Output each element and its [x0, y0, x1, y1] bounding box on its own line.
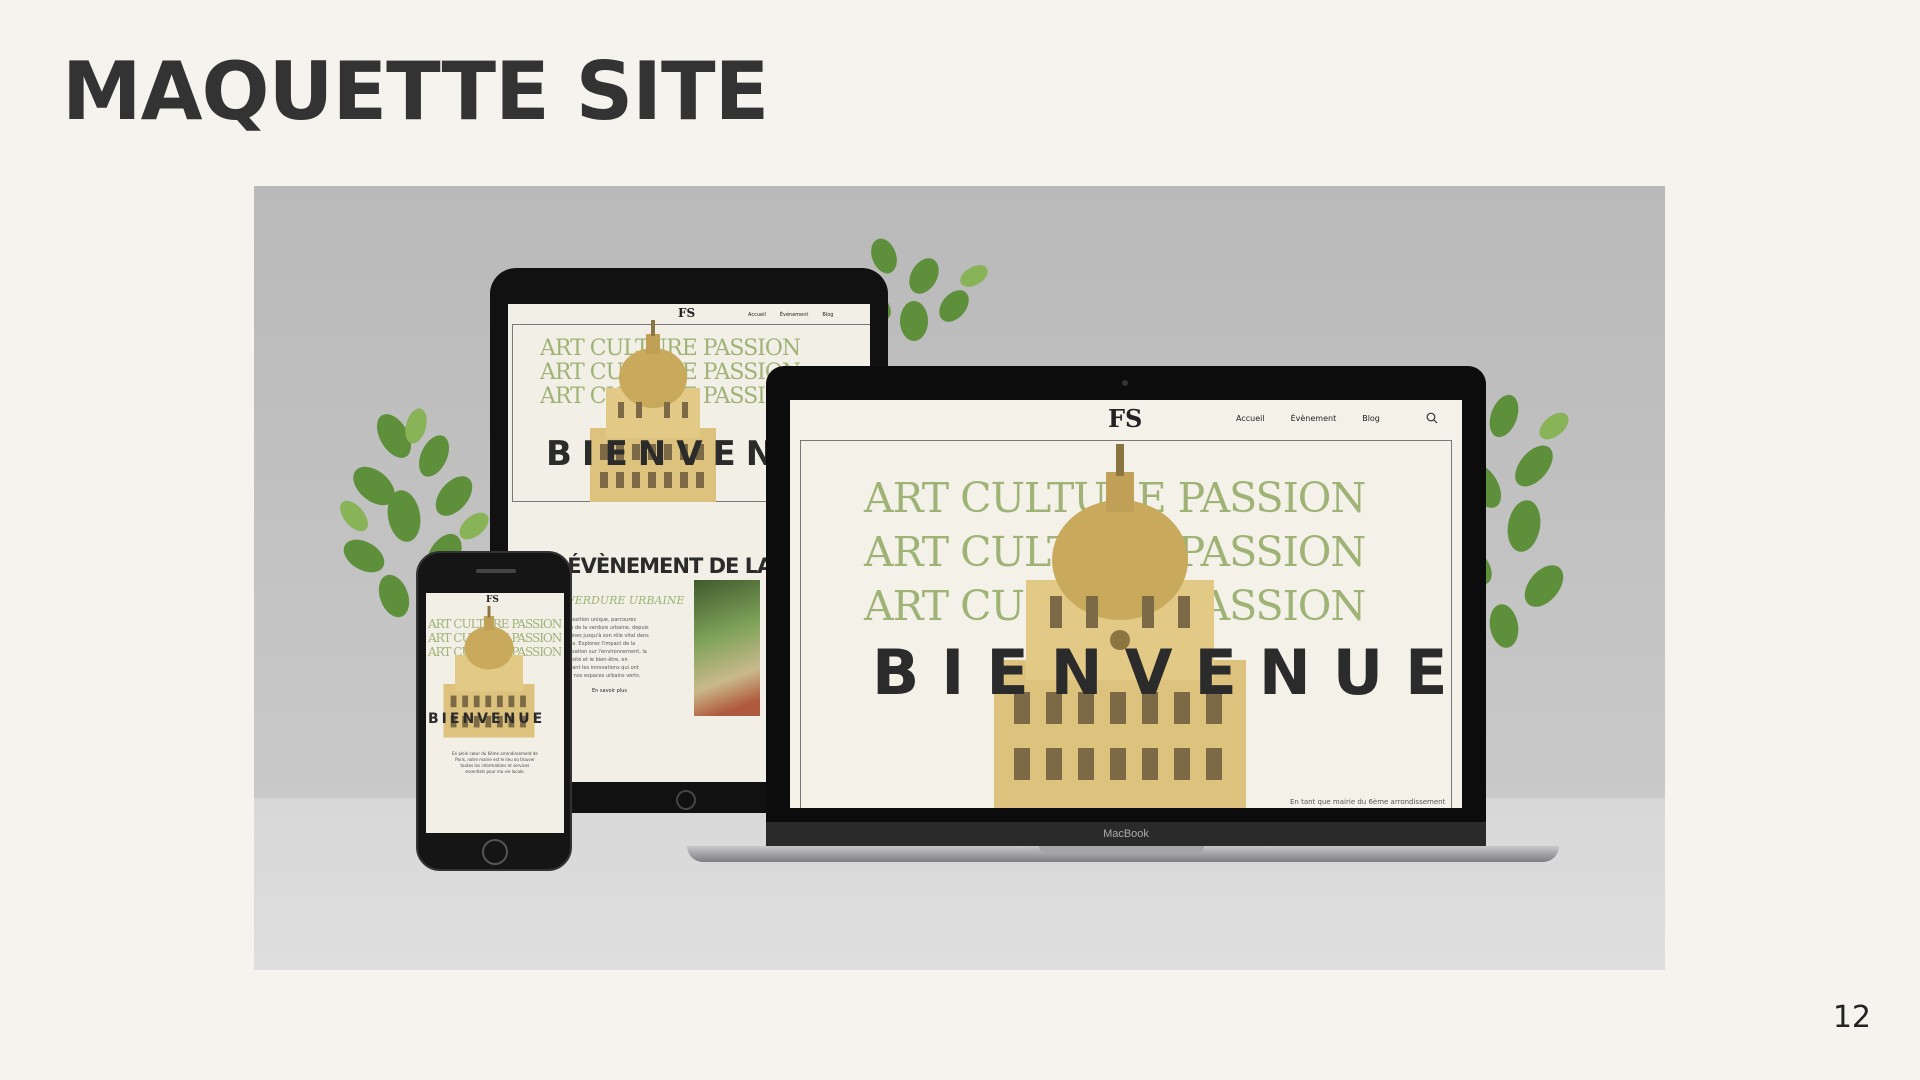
laptop-footer-text: En tant que mairie du 6ème arrondissemen… [1290, 798, 1446, 806]
welcome-heading-laptop: BIENVENUE [872, 636, 1462, 709]
tablet-home-button[interactable] [676, 790, 696, 810]
read-more-link[interactable]: En savoir plus [592, 688, 627, 694]
nav-accueil-laptop[interactable]: Accueil [1236, 414, 1265, 423]
laptop-camera [1122, 380, 1128, 386]
building-illustration [590, 320, 716, 502]
nav-blog-laptop[interactable]: Blog [1362, 414, 1380, 423]
phone-speaker [476, 569, 516, 573]
search-icon[interactable] [1426, 412, 1438, 424]
laptop-nav: Accueil Évènement Blog [1236, 414, 1380, 423]
laptop-screen: FS Accueil Évènement Blog ART CULTURE PA… [790, 400, 1462, 808]
device-mockup-scene: FS Accueil Évènement Blog ART CULTURE PA… [254, 186, 1665, 970]
page-number: 12 [1832, 1000, 1871, 1035]
nav-evenement-laptop[interactable]: Évènement [1291, 414, 1337, 423]
nav-evenement[interactable]: Évènement [780, 312, 809, 318]
nav-accueil[interactable]: Accueil [748, 312, 766, 318]
laptop-brand: MacBook [766, 822, 1486, 846]
nav-blog[interactable]: Blog [822, 312, 833, 318]
phone-home-button[interactable] [482, 839, 508, 865]
tablet-nav: Accueil Évènement Blog [748, 312, 833, 318]
slide-title: MAQUETTE SITE [62, 45, 769, 138]
phone-screen: FS ART CULTURE PASSION ART CULTURE PASSI… [426, 593, 564, 833]
site-logo-laptop[interactable]: FS [1108, 404, 1142, 433]
phone-device: FS ART CULTURE PASSION ART CULTURE PASSI… [416, 551, 572, 871]
laptop-notch [1039, 846, 1204, 853]
building-illustration-laptop [994, 444, 1246, 808]
welcome-heading-phone: BIENVENUE [428, 711, 546, 727]
laptop-device: FS Accueil Évènement Blog ART CULTURE PA… [766, 366, 1486, 846]
phone-intro-text: En plein cœur du 6ème arrondissement de … [452, 751, 538, 774]
event-garden-image [694, 580, 760, 716]
